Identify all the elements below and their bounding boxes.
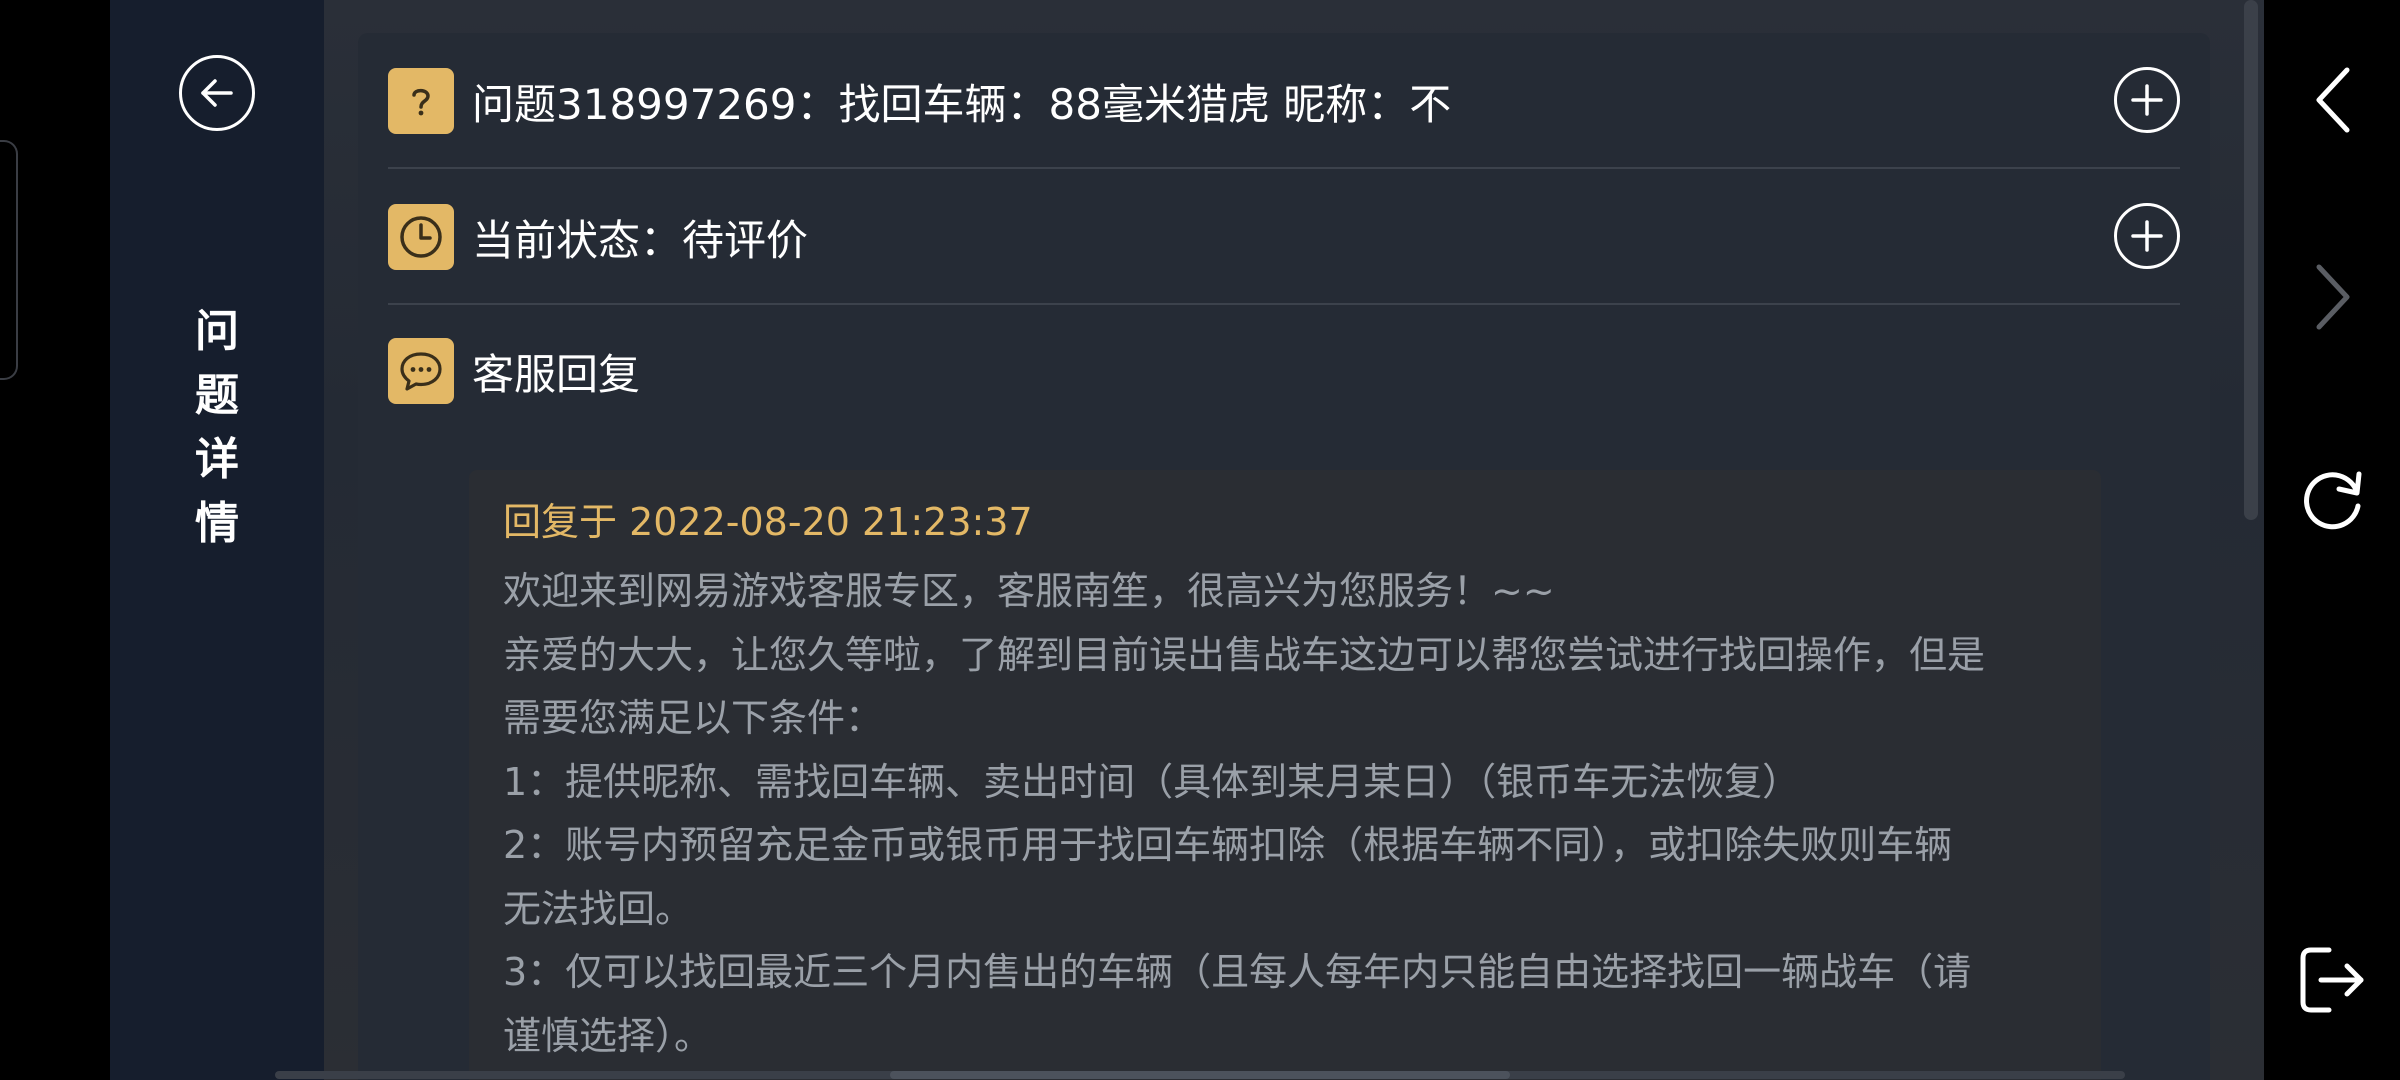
question-row[interactable]: 问题318997269：找回车辆：88毫米猎虎 昵称：不 <box>388 33 2180 169</box>
edge-panel-handle[interactable] <box>0 140 18 380</box>
question-title: 问题318997269：找回车辆：88毫米猎虎 昵称：不 <box>472 79 1452 129</box>
page-title-char: 情 <box>195 498 239 549</box>
reply-line: 1：提供昵称、需找回车辆、卖出时间（具体到某月某日）（银币车无法恢复） <box>503 759 1801 804</box>
plus-icon <box>2131 84 2163 116</box>
reply-line: 谨慎选择）。 <box>503 1013 713 1058</box>
browser-forward-button[interactable] <box>2288 252 2378 342</box>
left-nav: 问 题 详 情 <box>110 0 324 1080</box>
page-title-char: 题 <box>195 370 239 421</box>
arrow-left-icon <box>201 79 233 107</box>
exit-icon <box>2300 947 2364 1013</box>
back-button[interactable] <box>179 55 255 131</box>
chevron-right-icon <box>2316 264 2350 330</box>
refresh-icon <box>2304 471 2362 530</box>
reply-line: 无法找回。 <box>503 886 694 931</box>
status-row[interactable]: 当前状态：待评价 <box>388 169 2180 305</box>
reply-line: 亲爱的大大，让您久等啦，了解到目前误出售战车这边可以帮您尝试进行找回操作，但是 <box>503 632 1986 677</box>
browser-control-bar <box>2264 0 2400 1080</box>
reply-timestamp: 回复于 2022-08-20 21:23:37 <box>503 500 1033 544</box>
question-mark-icon <box>388 68 454 134</box>
clock-icon <box>388 204 454 270</box>
vertical-scrollbar[interactable] <box>2244 0 2258 520</box>
reply-line: 2：账号内预留充足金币或银币用于找回车辆扣除（根据车辆不同），或扣除失败则车辆 <box>503 823 1953 867</box>
reply-message: 回复于 2022-08-20 21:23:37 欢迎来到网易游戏客服专区，客服南… <box>469 470 2101 1080</box>
expand-status-button[interactable] <box>2114 203 2180 269</box>
app-root: 问 题 详 情 问题318997269：找回车辆：88毫米猎虎 昵称：不 当前状… <box>0 0 2400 1080</box>
reply-line: 欢迎来到网易游戏客服专区，客服南笙，很高兴为您服务！~~ <box>503 569 1555 613</box>
reply-header-title: 客服回复 <box>472 349 641 399</box>
edge-strip <box>0 0 110 1080</box>
reply-line: 需要您满足以下条件： <box>503 696 884 740</box>
status-text: 当前状态：待评价 <box>472 215 809 265</box>
reply-line: 3：仅可以找回最近三个月内售出的车辆（且每人每年内只能自由选择找回一辆战车（请 <box>503 950 1972 994</box>
expand-question-button[interactable] <box>2114 67 2180 133</box>
refresh-button[interactable] <box>2288 455 2378 545</box>
horizontal-scrollbar-thumb[interactable] <box>890 1071 1510 1079</box>
chat-bubble-icon <box>388 338 454 404</box>
chevron-left-icon <box>2316 67 2350 133</box>
plus-icon <box>2131 220 2163 252</box>
reply-header-row: 客服回复 <box>388 303 2180 439</box>
page-title-char: 问 <box>195 306 239 357</box>
page-title-char: 详 <box>195 434 239 485</box>
browser-back-button[interactable] <box>2288 55 2378 145</box>
page-title: 问 题 详 情 <box>110 300 324 556</box>
exit-button[interactable] <box>2288 935 2378 1025</box>
